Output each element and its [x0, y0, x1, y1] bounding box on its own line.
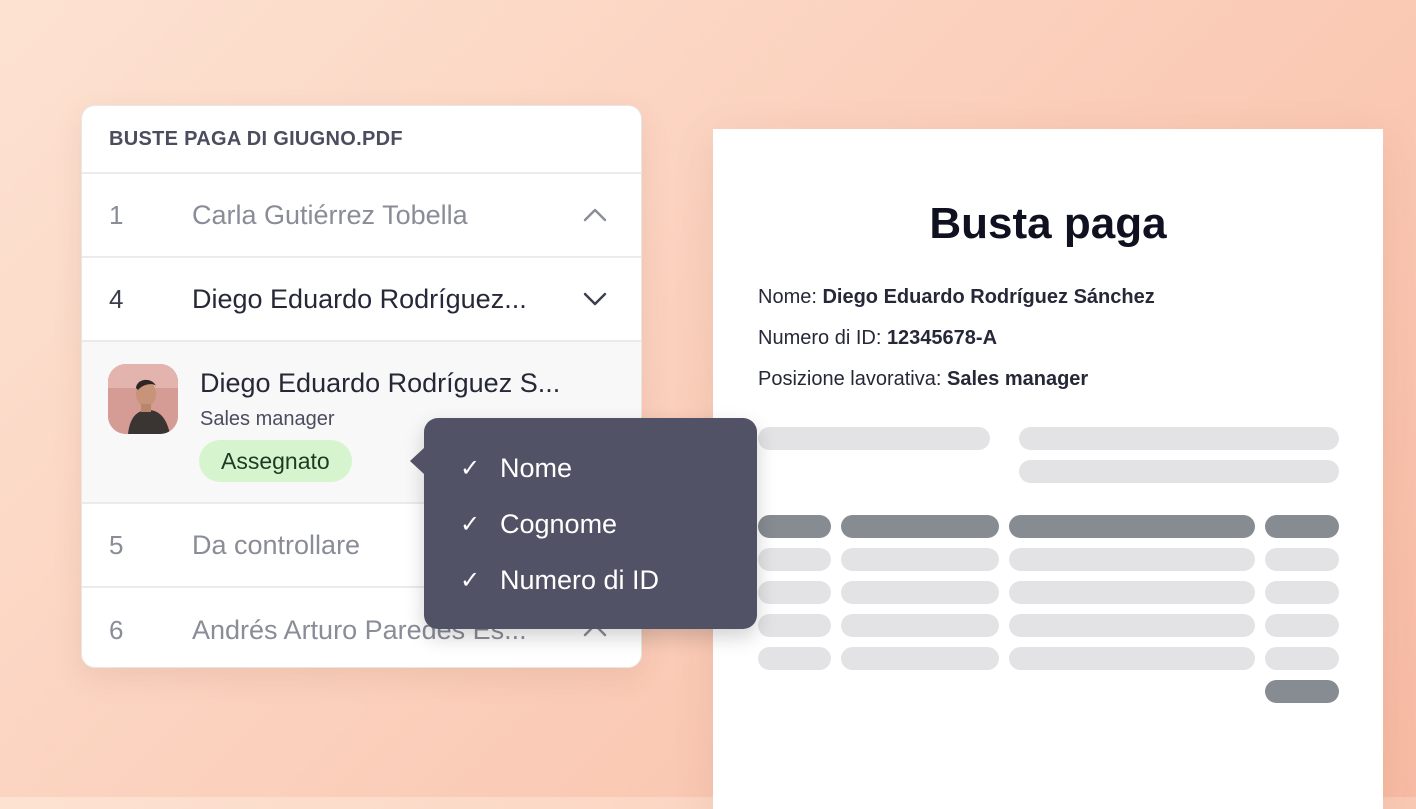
- check-icon: ✓: [460, 566, 481, 594]
- placeholder-total-bar: [1265, 680, 1339, 703]
- tooltip-item-label: Cognome: [500, 508, 618, 539]
- field-id: Numero di ID: 12345678-A: [758, 327, 997, 350]
- row-name: Diego Eduardo Rodríguez...: [192, 283, 527, 314]
- row-number: 5: [109, 529, 124, 560]
- tooltip-item-label: Numero di ID: [500, 564, 660, 595]
- placeholder-bar: [758, 647, 831, 670]
- placeholder-header-bar: [841, 515, 999, 538]
- placeholder-bar: [841, 647, 999, 670]
- placeholder-bar: [1019, 427, 1339, 450]
- list-row[interactable]: 1 Carla Gutiérrez Tobella: [82, 174, 641, 258]
- chevron-down-icon[interactable]: [581, 285, 609, 313]
- field-label: Posizione lavorativa:: [758, 368, 942, 390]
- field-value: 12345678-A: [886, 327, 998, 349]
- placeholder-header-bar: [1265, 515, 1339, 538]
- field-position: Posizione lavorativa: Sales manager: [758, 368, 1088, 391]
- placeholder-bar: [1265, 581, 1339, 604]
- field-label: Numero di ID:: [758, 327, 882, 349]
- tooltip-item-id: ✓ Numero di ID: [424, 552, 757, 608]
- check-icon: ✓: [460, 454, 481, 482]
- placeholder-bar: [841, 581, 999, 604]
- placeholder-bar: [1265, 614, 1339, 637]
- placeholder-bar: [1009, 614, 1255, 637]
- tooltip-item-nome: ✓ Nome: [424, 440, 757, 496]
- check-icon: ✓: [460, 510, 481, 538]
- placeholder-bar: [1265, 647, 1339, 670]
- status-badge: Assegnato: [199, 440, 352, 482]
- placeholder-bar: [1009, 548, 1255, 571]
- placeholder-header-bar: [1009, 515, 1255, 538]
- field-value: Diego Eduardo Rodríguez Sánchez: [822, 286, 1155, 308]
- field-nome: Nome: Diego Eduardo Rodríguez Sánchez: [758, 286, 1155, 309]
- employee-name: Diego Eduardo Rodríguez S...: [200, 368, 561, 398]
- placeholder-bar: [758, 581, 831, 604]
- field-value: Sales manager: [947, 368, 1089, 390]
- payslip-document: Busta paga Nome: Diego Eduardo Rodríguez…: [713, 129, 1383, 809]
- placeholder-bar: [841, 614, 999, 637]
- placeholder-bar: [1265, 548, 1339, 571]
- row-number: 4: [109, 283, 124, 314]
- placeholder-bar: [1009, 647, 1255, 670]
- row-number: 1: [109, 199, 124, 230]
- placeholder-header-bar: [758, 515, 831, 538]
- placeholder-bar: [758, 614, 831, 637]
- placeholder-bar: [841, 548, 999, 571]
- field-match-tooltip: ✓ Nome ✓ Cognome ✓ Numero di ID: [410, 418, 757, 629]
- avatar: [108, 364, 178, 434]
- row-name: Carla Gutiérrez Tobella: [192, 199, 468, 230]
- placeholder-bar: [1019, 460, 1339, 483]
- placeholder-bar: [758, 548, 831, 571]
- document-title: Busta paga: [929, 199, 1167, 248]
- placeholder-bar: [1009, 581, 1255, 604]
- tooltip-item-cognome: ✓ Cognome: [424, 496, 757, 552]
- field-label: Nome:: [758, 286, 817, 308]
- chevron-up-icon[interactable]: [581, 201, 609, 229]
- row-number: 6: [109, 614, 124, 645]
- list-row-active[interactable]: 4 Diego Eduardo Rodríguez...: [82, 258, 641, 342]
- tooltip-item-label: Nome: [500, 452, 573, 483]
- list-header: BUSTE PAGA DI GIUGNO.PDF: [82, 106, 641, 174]
- placeholder-bar: [758, 427, 990, 450]
- employee-role: Sales manager: [200, 408, 335, 430]
